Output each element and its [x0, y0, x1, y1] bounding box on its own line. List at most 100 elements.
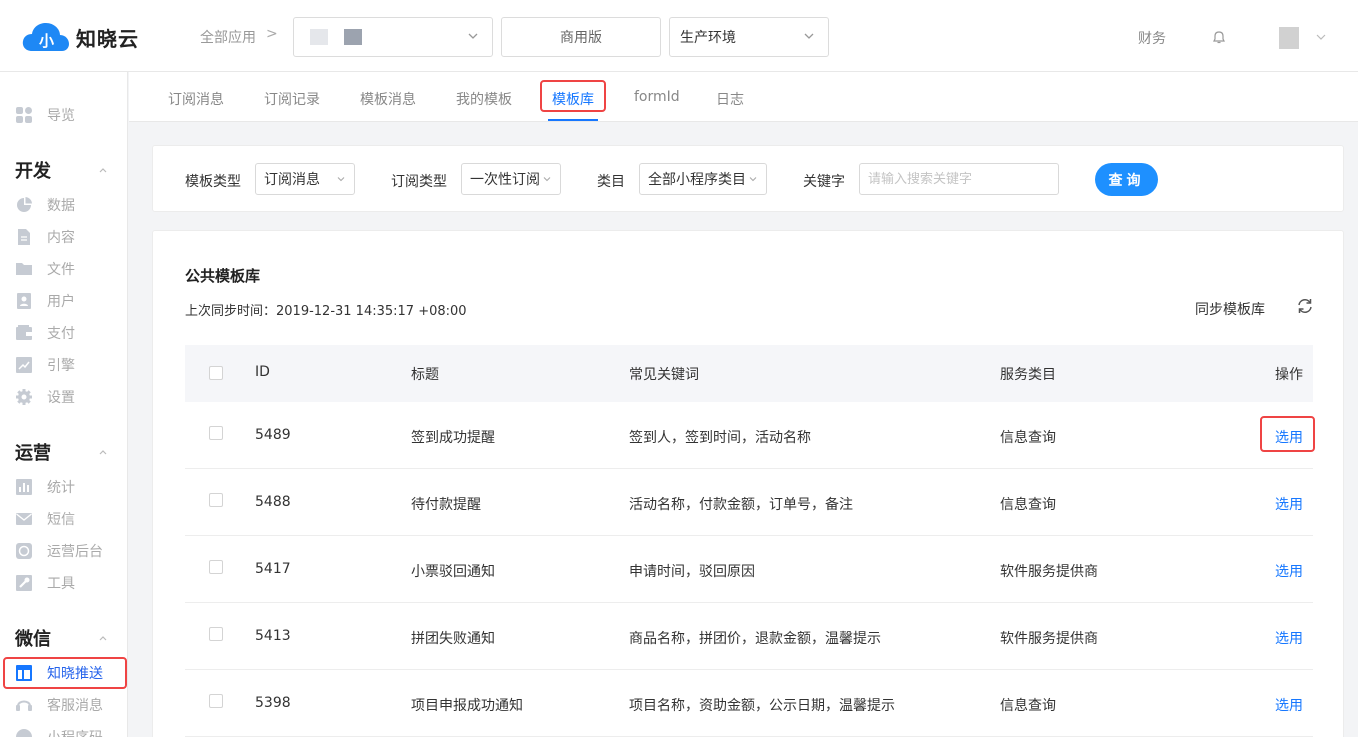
- sidebar-item-label: 引擎: [47, 358, 75, 374]
- dashboard-icon: [16, 543, 32, 559]
- select-template-link[interactable]: 选用: [1275, 427, 1303, 447]
- sidebar-item-files[interactable]: 文件: [0, 253, 128, 285]
- table-row: 5398 项目申报成功通知 项目名称，资助金额，公示日期，温馨提示 信息查询 选…: [185, 670, 1313, 737]
- row-category: 软件服务提供商: [1000, 631, 1098, 647]
- select-template-link[interactable]: 选用: [1275, 628, 1303, 648]
- environment-select[interactable]: 生产环境: [669, 17, 829, 57]
- chevron-up-icon[interactable]: [97, 446, 109, 458]
- edition-label: 商用版: [560, 30, 602, 46]
- tab-my-templates[interactable]: 我的模板: [456, 89, 512, 109]
- logo[interactable]: 小 知晓云: [22, 20, 139, 54]
- sidebar-item-users[interactable]: 用户: [0, 285, 128, 317]
- row-checkbox[interactable]: [209, 694, 223, 708]
- chevron-up-icon[interactable]: [97, 164, 109, 176]
- row-title: 签到成功提醒: [411, 430, 495, 446]
- row-id: 5488: [255, 494, 291, 510]
- template-type-value: 订阅消息: [264, 172, 320, 188]
- select-template-link[interactable]: 选用: [1275, 695, 1303, 715]
- sidebar-group-dev[interactable]: 开发: [15, 157, 51, 183]
- category-label: 类目: [597, 174, 625, 190]
- tab-subscribe-records[interactable]: 订阅记录: [264, 89, 320, 109]
- folder-icon: [16, 263, 32, 275]
- subscribe-type-label: 订阅类型: [391, 174, 447, 190]
- headset-icon: [16, 700, 32, 711]
- tab-logs[interactable]: 日志: [716, 89, 744, 109]
- sidebar-item-label: 短信: [47, 512, 75, 528]
- sidebar-item-zhixiao-push[interactable]: 知晓推送: [0, 657, 128, 689]
- col-id: ID: [255, 364, 270, 380]
- breadcrumb-all-apps[interactable]: 全部应用: [200, 27, 256, 47]
- template-library-card: 公共模板库 上次同步时间：2019-12-31 14:35:17 +08:00 …: [152, 230, 1344, 737]
- row-checkbox[interactable]: [209, 493, 223, 507]
- bell-icon[interactable]: [1211, 29, 1227, 45]
- sidebar-item-ops-backend[interactable]: 运营后台: [0, 535, 128, 567]
- sidebar-item-sms[interactable]: 短信: [0, 503, 128, 535]
- cloud-logo-icon: 小: [22, 23, 69, 51]
- category-select[interactable]: 全部小程序类目: [639, 163, 767, 195]
- row-id: 5398: [255, 695, 291, 711]
- select-template-link[interactable]: 选用: [1275, 561, 1303, 581]
- sidebar: 导览 开发 数据 内容 文件 用户 支付 引擎 设置 运营 统计 短信 运营后台…: [0, 72, 128, 737]
- refresh-icon[interactable]: [1296, 297, 1314, 315]
- sidebar-item-label: 文件: [47, 262, 75, 278]
- row-checkbox[interactable]: [209, 627, 223, 641]
- category-value: 全部小程序类目: [648, 172, 746, 188]
- sidebar-item-engine[interactable]: 引擎: [0, 349, 128, 381]
- finance-link[interactable]: 财务: [1138, 28, 1166, 48]
- chevron-down-icon: [804, 33, 814, 39]
- sidebar-item-data[interactable]: 数据: [0, 189, 128, 221]
- chevron-up-icon[interactable]: [97, 632, 109, 644]
- tab-active-indicator: [548, 119, 598, 121]
- sidebar-item-cs-message[interactable]: 客服消息: [0, 689, 128, 721]
- row-category: 信息查询: [1000, 698, 1056, 714]
- tab-template-library[interactable]: 模板库: [552, 89, 594, 109]
- sidebar-item-label: 运营后台: [47, 544, 103, 560]
- query-button[interactable]: 查询: [1095, 163, 1158, 196]
- sidebar-item-content[interactable]: 内容: [0, 221, 128, 253]
- sidebar-item-payment[interactable]: 支付: [0, 317, 128, 349]
- sidebar-item-label: 设置: [47, 390, 75, 406]
- row-title: 项目申报成功通知: [411, 698, 523, 714]
- app-name-redacted: [310, 29, 328, 45]
- tab-template-message[interactable]: 模板消息: [360, 89, 416, 109]
- table-row: 5417 小票驳回通知 申请时间，驳回原因 软件服务提供商 选用: [185, 536, 1313, 603]
- chevron-down-icon: [337, 177, 345, 182]
- sidebar-item-miniprogram-code[interactable]: 小程序码: [0, 721, 128, 737]
- select-all-checkbox[interactable]: [209, 366, 223, 380]
- tab-formid[interactable]: formId: [634, 89, 680, 105]
- tab-subscribe-message[interactable]: 订阅消息: [168, 89, 224, 109]
- sync-library-button[interactable]: 同步模板库: [1195, 299, 1265, 319]
- row-keywords: 申请时间，驳回原因: [629, 564, 755, 580]
- sidebar-item-label: 用户: [47, 294, 75, 310]
- keyword-input[interactable]: [859, 163, 1059, 195]
- sidebar-group-wechat[interactable]: 微信: [15, 625, 51, 651]
- row-keywords: 签到人，签到时间，活动名称: [629, 430, 811, 446]
- environment-label: 生产环境: [680, 30, 736, 46]
- table-row: 5413 拼团失败通知 商品名称，拼团价，退款金额，温馨提示 软件服务提供商 选…: [185, 603, 1313, 670]
- edition-badge: 商用版: [501, 17, 661, 57]
- app-select[interactable]: [293, 17, 493, 57]
- row-checkbox[interactable]: [209, 426, 223, 440]
- row-checkbox[interactable]: [209, 560, 223, 574]
- template-type-select[interactable]: 订阅消息: [255, 163, 355, 195]
- wallet-icon: [16, 325, 32, 340]
- subscribe-type-select[interactable]: 一次性订阅: [461, 163, 561, 195]
- chevron-down-icon: [468, 33, 478, 39]
- sidebar-item-stats[interactable]: 统计: [0, 471, 128, 503]
- breadcrumb-separator: >: [266, 26, 278, 42]
- row-category: 信息查询: [1000, 497, 1056, 513]
- row-title: 小票驳回通知: [411, 564, 495, 580]
- chevron-down-icon[interactable]: [1315, 31, 1327, 43]
- sidebar-item-settings[interactable]: 设置: [0, 381, 128, 413]
- sidebar-item-overview[interactable]: 导览: [0, 99, 128, 131]
- col-category: 服务类目: [1000, 367, 1056, 383]
- sidebar-group-ops[interactable]: 运营: [15, 439, 51, 465]
- avatar[interactable]: [1279, 27, 1299, 49]
- grid-icon: [16, 107, 32, 123]
- chevron-down-icon: [749, 177, 757, 182]
- sidebar-item-tools[interactable]: 工具: [0, 567, 128, 599]
- select-template-link[interactable]: 选用: [1275, 494, 1303, 514]
- mail-icon: [16, 513, 32, 525]
- qr-circle-icon: [16, 729, 32, 737]
- sidebar-item-label: 支付: [47, 326, 75, 342]
